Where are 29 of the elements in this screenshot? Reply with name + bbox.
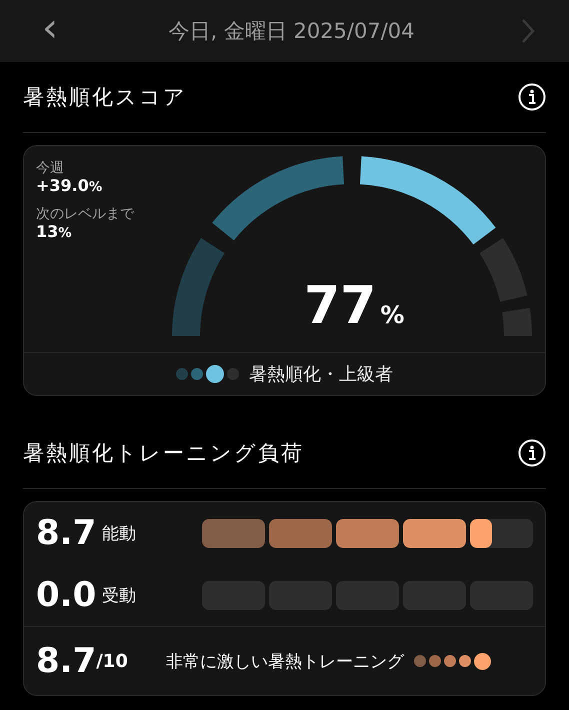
load-bar-segment — [202, 518, 265, 548]
section-title: 暑熱順化スコア — [23, 84, 187, 111]
stat-label: 次のレベルまで — [36, 206, 136, 222]
load-bar-segment — [336, 518, 399, 548]
section-title: 暑熱順化トレーニング負荷 — [23, 440, 304, 467]
back-button[interactable]: ‹ — [38, 8, 62, 54]
stat-value: 13% — [36, 222, 73, 243]
load-bar-segment — [403, 580, 466, 610]
total-value: 8.7 — [36, 641, 96, 681]
level-label: 暑熱順化・上級者 — [249, 363, 393, 386]
total-denominator: /10 — [96, 650, 128, 672]
load-bar-segment — [269, 580, 332, 610]
date-title: 今日, 金曜日 2025/07/04 — [168, 18, 415, 45]
info-icon[interactable] — [518, 439, 546, 467]
info-icon[interactable] — [518, 83, 546, 111]
load-value: 8.7 — [36, 513, 98, 553]
load-bar-segment — [202, 580, 265, 610]
load-bar-segment — [470, 518, 533, 548]
load-value: 0.0 — [36, 575, 98, 615]
load-bar-segment — [269, 518, 332, 548]
score-value: 77% — [304, 276, 404, 336]
load-label: 能動 — [102, 522, 137, 544]
load-bar-segment — [403, 518, 466, 548]
load-bar-segment — [470, 580, 533, 610]
load-label: 受動 — [102, 584, 137, 606]
load-bar-segment — [336, 580, 399, 610]
intensity-label: 非常に激しい暑熱トレーニング — [166, 650, 404, 672]
stat-label: 今週 — [36, 160, 65, 176]
stat-value: +39.0% — [36, 176, 104, 197]
